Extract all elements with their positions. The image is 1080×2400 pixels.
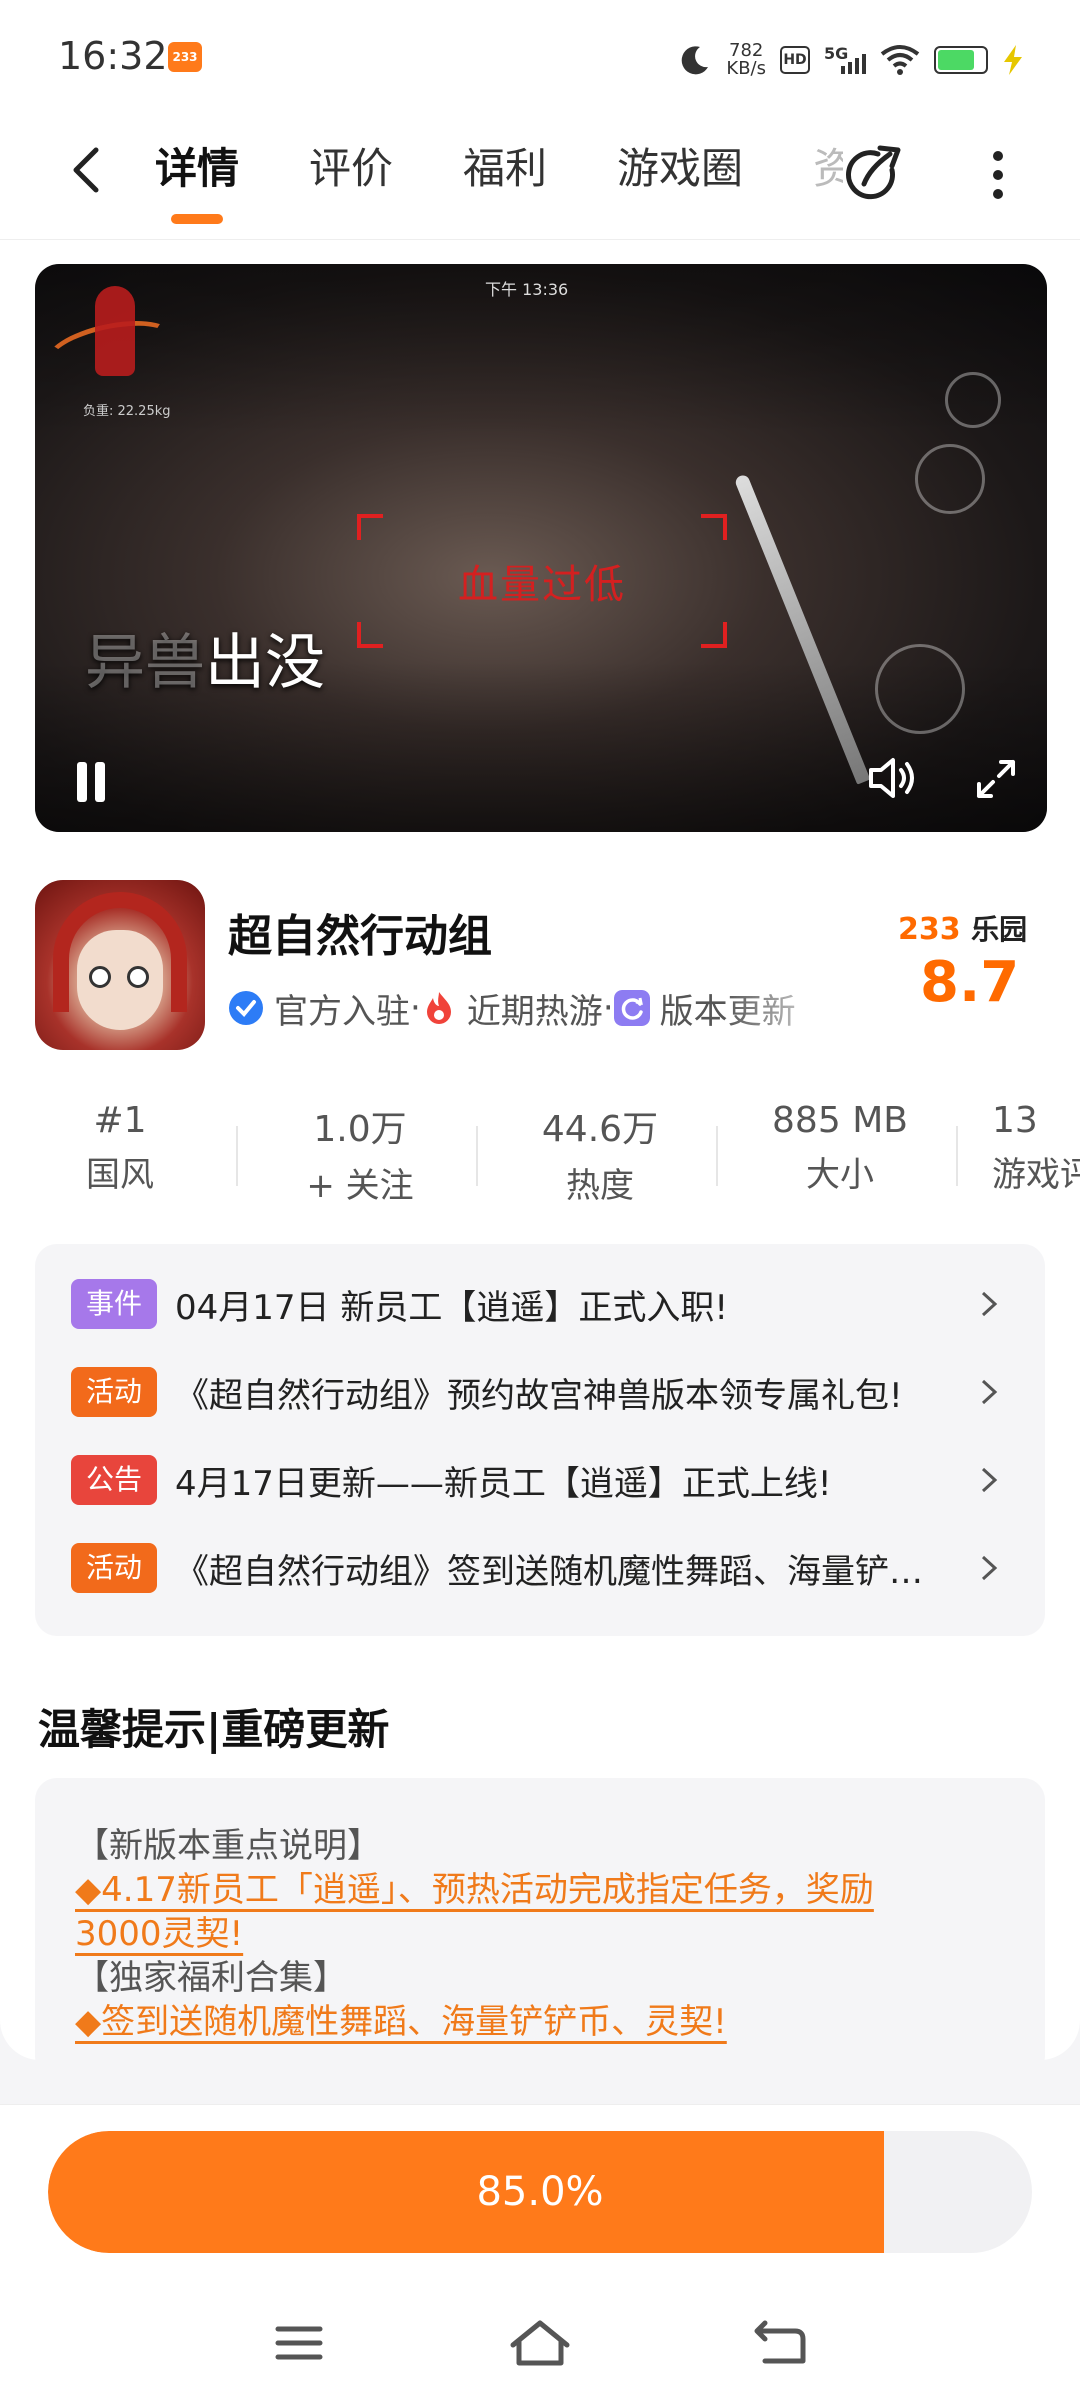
- event-text: 《超自然行动组》签到送随机魔性舞蹈、海量铲铲币、灵契!: [175, 1551, 955, 1592]
- tab-welfare[interactable]: 福利: [463, 134, 547, 204]
- event-badge: 活动: [71, 1367, 157, 1417]
- battery-icon: [934, 46, 988, 74]
- more-options-button[interactable]: [978, 140, 1018, 210]
- tips-link[interactable]: ◆签到送随机魔性舞蹈、海量铲铲币、灵契!: [75, 2000, 1015, 2044]
- event-badge: 活动: [71, 1543, 157, 1593]
- event-badge: 公告: [71, 1455, 157, 1505]
- tag-hot[interactable]: 近期热游: [421, 984, 603, 1033]
- event-text: 《超自然行动组》预约故宫神兽版本领专属礼包!: [175, 1375, 903, 1416]
- home-icon[interactable]: [505, 2313, 575, 2373]
- status-time: 16:32: [58, 34, 168, 78]
- stat-popularity: 44.6万 热度: [541, 1109, 659, 1206]
- event-row[interactable]: 事件 04月17日 新员工【逍遥】正式入职!: [71, 1276, 1021, 1332]
- hud-weight: 负重: 22.25kg: [83, 404, 171, 419]
- event-row[interactable]: 活动 《超自然行动组》签到送随机魔性舞蹈、海量铲铲币、灵契!: [71, 1540, 1021, 1596]
- stat-follow[interactable]: 1.0万 + 关注: [260, 1100, 460, 1207]
- stat-rank[interactable]: #1 国风: [20, 1100, 220, 1196]
- tab-bar: 详情 评价 福利 游戏圈 资: [155, 134, 913, 224]
- back-nav-icon[interactable]: [745, 2313, 815, 2373]
- health-figure-icon: [95, 286, 135, 376]
- game-app-icon: [35, 880, 205, 1050]
- hud-button-icon: [875, 644, 965, 734]
- event-badge: 事件: [71, 1279, 157, 1329]
- fire-icon: [426, 992, 451, 1024]
- volume-button[interactable]: [863, 750, 919, 806]
- divider: [956, 1126, 958, 1186]
- tab-more[interactable]: 资: [813, 134, 843, 204]
- chevron-right-icon: [981, 1291, 998, 1317]
- bottom-bar: 85.0%: [0, 2104, 1080, 2400]
- wifi-icon: [880, 45, 920, 75]
- network-speed: 782 KB/s: [726, 40, 766, 79]
- stat-reviews[interactable]: 13 游戏评: [980, 1100, 1080, 1196]
- rating-score: 8.7: [920, 950, 1020, 1015]
- event-row[interactable]: 公告 4月17日更新——新员工【逍遥】正式上线!: [71, 1452, 1021, 1508]
- warning-text: 血量过低: [458, 562, 626, 608]
- menu-icon[interactable]: [264, 2313, 334, 2373]
- tips-box: 【新版本重点说明】 ◆4.17新员工「逍遥」、预热活动完成指定任务，奖励 300…: [35, 1778, 1045, 2078]
- stat-size: 885 MB 大小: [772, 1100, 908, 1195]
- back-button[interactable]: [60, 140, 120, 200]
- moon-icon: [682, 46, 709, 75]
- signal-5g-icon: 5G: [824, 44, 866, 76]
- chevron-right-icon: [981, 1379, 998, 1405]
- divider: [476, 1126, 478, 1186]
- charging-icon: [1004, 45, 1022, 75]
- status-bar: 16:32 233 782 KB/s HD 5G: [0, 0, 1080, 110]
- tips-heading: 【新版本重点说明】: [75, 1826, 381, 1866]
- chevron-right-icon: [981, 1467, 998, 1493]
- video-caption: 异兽出没: [85, 628, 325, 698]
- tips-heading: 【独家福利合集】: [75, 1958, 347, 1998]
- tab-reviews[interactable]: 评价: [309, 134, 393, 204]
- app-notification-badge: 233: [168, 42, 202, 72]
- refresh-icon: [613, 990, 650, 1026]
- status-icons: 782 KB/s HD 5G: [678, 30, 1024, 90]
- tag-official[interactable]: 官方入驻: [228, 984, 410, 1033]
- tag-update[interactable]: 版本更新: [613, 984, 796, 1033]
- tab-details[interactable]: 详情: [155, 134, 239, 224]
- hud-button-icon: [915, 444, 985, 514]
- download-progress-button[interactable]: 85.0%: [48, 2131, 1032, 2253]
- fullscreen-button[interactable]: [971, 754, 1021, 804]
- game-title: 超自然行动组: [228, 911, 492, 962]
- tips-link[interactable]: 3000灵契!: [75, 1912, 1015, 1956]
- hud-time: 下午 13:36: [485, 280, 569, 299]
- chevron-right-icon: [981, 1555, 998, 1581]
- verified-icon: [229, 991, 263, 1025]
- game-tags: 官方入驻 · 近期热游 · 版本更新: [228, 980, 848, 1036]
- top-navigation: 详情 评价 福利 游戏圈 资: [0, 110, 1080, 240]
- tips-title: 温馨提示|重磅更新: [38, 1705, 390, 1754]
- game-video-player[interactable]: 负重: 22.25kg 下午 13:36 血量过低 异兽出没: [35, 264, 1047, 832]
- progress-label: 85.0%: [476, 2169, 604, 2215]
- event-row[interactable]: 活动 《超自然行动组》预约故宫神兽版本领专属礼包!: [71, 1364, 1021, 1420]
- hd-icon: HD: [780, 46, 810, 74]
- game-stats: #1 国风 1.0万 + 关注 44.6万 热度 885 MB 大小 13 游戏…: [0, 1100, 1080, 1210]
- low-health-warning: 血量过低: [357, 514, 727, 648]
- tips-link[interactable]: ◆4.17新员工「逍遥」、预热活动完成指定任务，奖励: [75, 1868, 1015, 1912]
- pause-button[interactable]: [71, 758, 111, 808]
- hud-button-icon: [945, 372, 1001, 428]
- event-text: 4月17日更新——新员工【逍遥】正式上线!: [175, 1463, 832, 1504]
- event-text: 04月17日 新员工【逍遥】正式入职!: [175, 1287, 728, 1328]
- events-card: 事件 04月17日 新员工【逍遥】正式入职! 活动 《超自然行动组》预约故宫神兽…: [35, 1244, 1045, 1636]
- divider: [716, 1126, 718, 1186]
- tab-game-circle[interactable]: 游戏圈: [617, 134, 743, 204]
- share-button[interactable]: [840, 140, 910, 210]
- divider: [236, 1126, 238, 1186]
- rating-source: 233 乐园: [898, 912, 1028, 947]
